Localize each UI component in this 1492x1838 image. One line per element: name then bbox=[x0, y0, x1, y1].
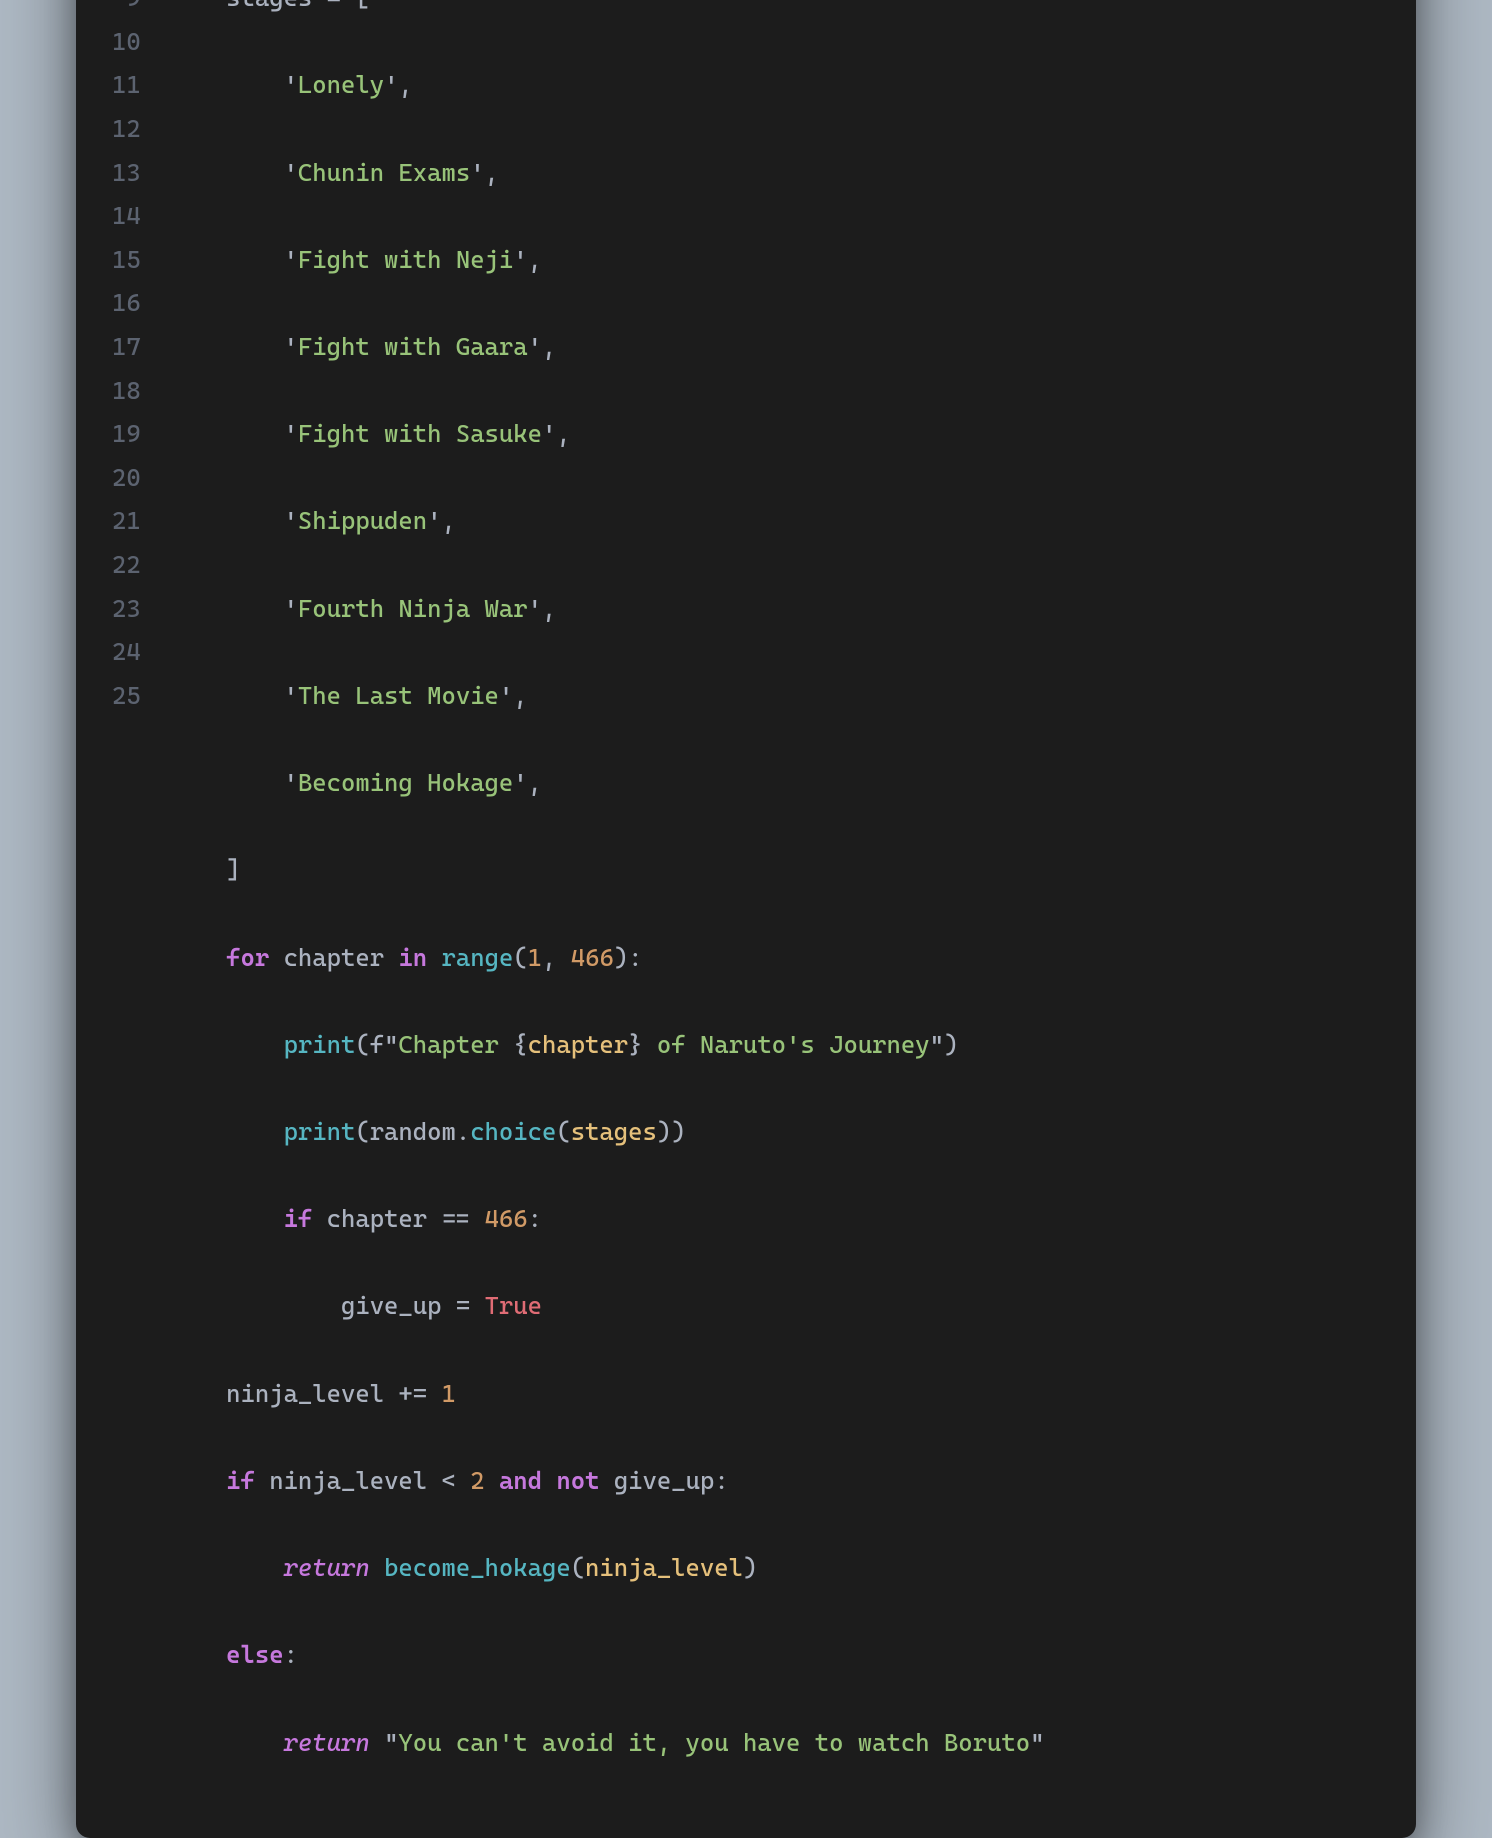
code-line: 'Chunin Exams', bbox=[169, 151, 1380, 195]
code-line: for chapter in range(1, 466): bbox=[169, 936, 1380, 980]
code-area: 1234567891011121314151617181920212223242… bbox=[112, 0, 1380, 1808]
code-line: if ninja_level < 2 and not give_up: bbox=[169, 1459, 1380, 1503]
code-line: 'Fight with Neji', bbox=[169, 238, 1380, 282]
code-line: else: bbox=[169, 1633, 1380, 1677]
code-line: 'Shippuden', bbox=[169, 499, 1380, 543]
line-number: 11 bbox=[112, 63, 141, 107]
kw-in: in bbox=[398, 943, 427, 972]
line-number: 24 bbox=[112, 630, 141, 674]
line-number: 20 bbox=[112, 456, 141, 500]
code-line: 'Fight with Gaara', bbox=[169, 325, 1380, 369]
code-line: 'The Last Movie', bbox=[169, 674, 1380, 718]
code-line: ninja_level += 1 bbox=[169, 1372, 1380, 1416]
code-line: ] bbox=[169, 848, 1380, 892]
kw-return: return bbox=[284, 1553, 370, 1582]
code-line: print(f"Chapter {chapter} of Naruto's Jo… bbox=[169, 1023, 1380, 1067]
line-number: 13 bbox=[112, 151, 141, 195]
kw-and: and bbox=[499, 1466, 542, 1495]
line-number: 15 bbox=[112, 238, 141, 282]
code-line: give_up = True bbox=[169, 1284, 1380, 1328]
code-line: return "You can't avoid it, you have to … bbox=[169, 1721, 1380, 1765]
line-number: 12 bbox=[112, 107, 141, 151]
code-line: print(random.choice(stages)) bbox=[169, 1110, 1380, 1154]
line-number: 9 bbox=[112, 0, 141, 20]
code-content[interactable]: import random def become_hokage(ninja_le… bbox=[169, 0, 1380, 1808]
line-number: 17 bbox=[112, 325, 141, 369]
code-line: return become_hokage(ninja_level) bbox=[169, 1546, 1380, 1590]
line-number: 21 bbox=[112, 499, 141, 543]
kw-return: return bbox=[284, 1728, 370, 1757]
code-line: if chapter == 466: bbox=[169, 1197, 1380, 1241]
kw-not: not bbox=[556, 1466, 599, 1495]
code-line: 'Lonely', bbox=[169, 63, 1380, 107]
code-line: 'Fight with Sasuke', bbox=[169, 412, 1380, 456]
kw-else: else bbox=[226, 1640, 283, 1669]
line-number: 14 bbox=[112, 194, 141, 238]
kw-if: if bbox=[226, 1466, 255, 1495]
code-line: 'Fourth Ninja War', bbox=[169, 587, 1380, 631]
line-number: 25 bbox=[112, 674, 141, 718]
code-line: stages = [ bbox=[169, 0, 1380, 20]
line-number: 18 bbox=[112, 369, 141, 413]
line-numbers: 1234567891011121314151617181920212223242… bbox=[112, 0, 169, 1808]
kw-if: if bbox=[284, 1204, 313, 1233]
line-number: 22 bbox=[112, 543, 141, 587]
line-number: 16 bbox=[112, 281, 141, 325]
kw-for: for bbox=[226, 943, 269, 972]
code-line: 'Becoming Hokage', bbox=[169, 761, 1380, 805]
line-number: 23 bbox=[112, 587, 141, 631]
line-number: 19 bbox=[112, 412, 141, 456]
code-window: 1234567891011121314151617181920212223242… bbox=[76, 0, 1416, 1838]
line-number: 10 bbox=[112, 20, 141, 64]
